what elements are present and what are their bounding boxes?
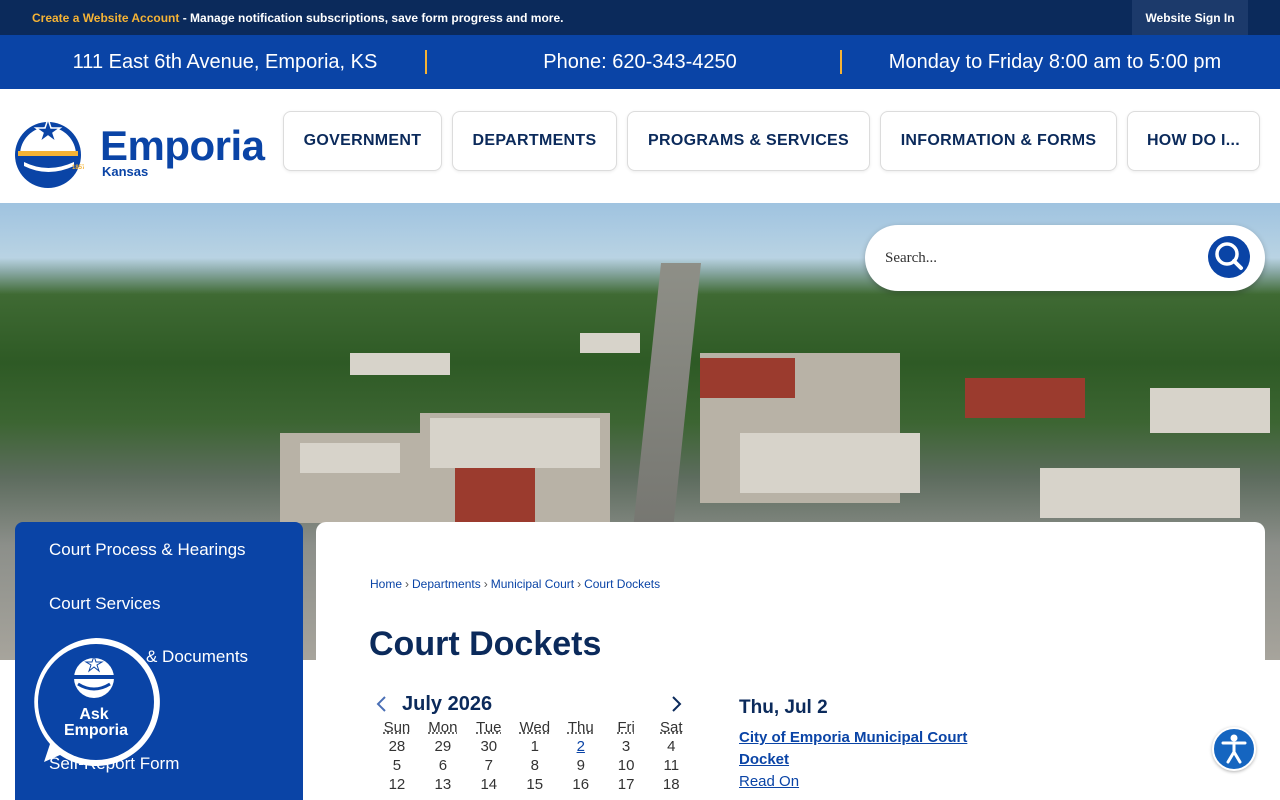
seal-year: 1857 xyxy=(72,165,84,171)
emporia-logo[interactable]: 1857 Emporia Kansas xyxy=(14,116,266,191)
brick-building xyxy=(965,378,1085,418)
weekday-label: Sat xyxy=(660,719,683,736)
create-account-link[interactable]: Create a Website Account xyxy=(32,11,179,25)
accessibility-button[interactable] xyxy=(1212,727,1256,771)
account-message-text: - Manage notification subscriptions, sav… xyxy=(179,11,564,25)
weekday-label: Thu xyxy=(567,719,594,736)
logo-wordmark: Emporia xyxy=(100,122,265,169)
weekday-label: Fri xyxy=(617,719,635,736)
ask-label-line2: Emporia xyxy=(64,722,128,739)
info-divider xyxy=(425,50,427,74)
calendar-month-label: July 2026 xyxy=(402,693,493,715)
calendar-day: 1 xyxy=(530,738,539,755)
calendar-day: 16 xyxy=(572,776,590,793)
breadcrumb-municipal-court[interactable]: Municipal Court xyxy=(491,577,574,591)
nav-programs-services[interactable]: PROGRAMS & SERVICES xyxy=(627,111,870,171)
nav-how-do-i[interactable]: HOW DO I... xyxy=(1127,111,1260,171)
calendar-day: 14 xyxy=(480,776,498,793)
event-detail: Thu, Jul 2 City of Emporia Municipal Cou… xyxy=(739,697,979,790)
hours-text: Monday to Friday 8:00 am to 5:00 pm xyxy=(888,50,1222,73)
building-roof xyxy=(300,443,400,473)
building-roof xyxy=(430,418,600,468)
address-text: 111 East 6th Avenue, Emporia, KS xyxy=(72,50,378,73)
ask-emporia-chat-button[interactable]: Ask Emporia xyxy=(30,636,162,768)
city-seal-icon: 1857 xyxy=(15,116,86,188)
accessibility-icon xyxy=(1221,734,1247,764)
calendar-day: 11 xyxy=(663,757,680,774)
calendar-day: 15 xyxy=(526,776,544,793)
breadcrumb-departments[interactable]: Departments xyxy=(412,577,481,591)
phone-text[interactable]: Phone: 620-343-4250 xyxy=(450,35,830,89)
calendar-day-event-link[interactable]: 2 xyxy=(558,737,604,756)
calendar-day: 5 xyxy=(392,757,402,774)
top-utility-bar: Create a Website Account - Manage notifi… xyxy=(0,0,1280,35)
logo-state: Kansas xyxy=(102,164,149,179)
calendar-day: 12 xyxy=(388,776,406,793)
calendar-day: 17 xyxy=(617,776,635,793)
calendar-day: 4 xyxy=(667,738,676,755)
chat-bubble-icon: Ask Emporia xyxy=(34,638,160,766)
calendar-day: 18 xyxy=(662,776,680,793)
calendar-day: 7 xyxy=(484,757,493,774)
event-date: Thu, Jul 2 xyxy=(739,697,828,718)
calendar-day: 8 xyxy=(530,757,539,774)
ask-label-line1: Ask xyxy=(79,706,108,723)
calendar-week: 28 29 30 1 2 3 4 xyxy=(374,737,694,756)
building-roof xyxy=(1040,468,1240,518)
calendar-weekday-row: Sun Mon Tue Wed Thu Fri Sat xyxy=(374,718,694,737)
breadcrumb-home[interactable]: Home xyxy=(370,577,402,591)
nav-government[interactable]: GOVERNMENT xyxy=(283,111,442,171)
calendar-day: 13 xyxy=(434,776,452,793)
search-button[interactable] xyxy=(1208,236,1250,278)
previous-month-icon[interactable] xyxy=(374,694,390,714)
sidebar-item-court-process[interactable]: Court Process & Hearings xyxy=(49,540,246,560)
website-signin-button[interactable]: Website Sign In xyxy=(1132,0,1248,35)
page-title: Court Dockets xyxy=(369,625,602,663)
account-message: Create a Website Account - Manage notifi… xyxy=(32,11,563,25)
main-content: Home › Departments › Municipal Court › Court D… xyxy=(316,522,1265,800)
breadcrumb-separator: › xyxy=(577,577,582,591)
search-icon xyxy=(1215,242,1243,270)
building-roof xyxy=(580,333,640,353)
event-title-link[interactable]: City of Emporia Municipal Court Docket xyxy=(739,727,979,771)
breadcrumb: Home › Departments › Municipal Court › Court D… xyxy=(370,577,660,591)
building-roof xyxy=(1150,388,1270,433)
calendar-week: 12 13 14 15 16 17 18 xyxy=(374,775,694,794)
weekday-label: Mon xyxy=(428,719,458,736)
weekday-label: Wed xyxy=(519,719,551,736)
calendar-day: 10 xyxy=(617,757,635,774)
calendar-week: 5 6 7 8 9 10 11 xyxy=(374,756,694,775)
breadcrumb-current[interactable]: Court Dockets xyxy=(584,577,660,591)
info-divider xyxy=(840,50,842,74)
calendar-day: 6 xyxy=(438,757,448,774)
calendar-grid: Sun Mon Tue Wed Thu Fri Sat 28 29 30 1 2… xyxy=(374,718,694,794)
breadcrumb-separator: › xyxy=(483,577,488,591)
brick-building xyxy=(700,358,795,398)
building-roof xyxy=(740,433,920,493)
read-on-link[interactable]: Read On xyxy=(739,773,979,790)
brick-building xyxy=(455,468,535,523)
calendar-day: 29 xyxy=(434,738,452,755)
weekday-label: Tue xyxy=(476,719,502,736)
contact-info-bar: 111 East 6th Avenue, Emporia, KS Phone: … xyxy=(0,35,1280,89)
site-header: 1857 Emporia Kansas GOVERNMENT DEPARTMEN… xyxy=(0,89,1280,203)
breadcrumb-separator: › xyxy=(405,577,410,591)
calendar-day: 30 xyxy=(480,738,498,755)
nav-information-forms[interactable]: INFORMATION & FORMS xyxy=(880,111,1117,171)
sidebar-item-court-services[interactable]: Court Services xyxy=(49,594,160,614)
search-input[interactable] xyxy=(885,245,1205,271)
building-roof xyxy=(350,353,450,375)
calendar-day: 9 xyxy=(576,757,585,774)
weekday-label: Sun xyxy=(383,719,411,736)
calendar-day: 3 xyxy=(621,738,631,755)
site-search xyxy=(865,225,1265,291)
nav-departments[interactable]: DEPARTMENTS xyxy=(452,111,617,171)
calendar-day: 28 xyxy=(388,738,406,755)
next-month-icon[interactable] xyxy=(668,694,684,714)
